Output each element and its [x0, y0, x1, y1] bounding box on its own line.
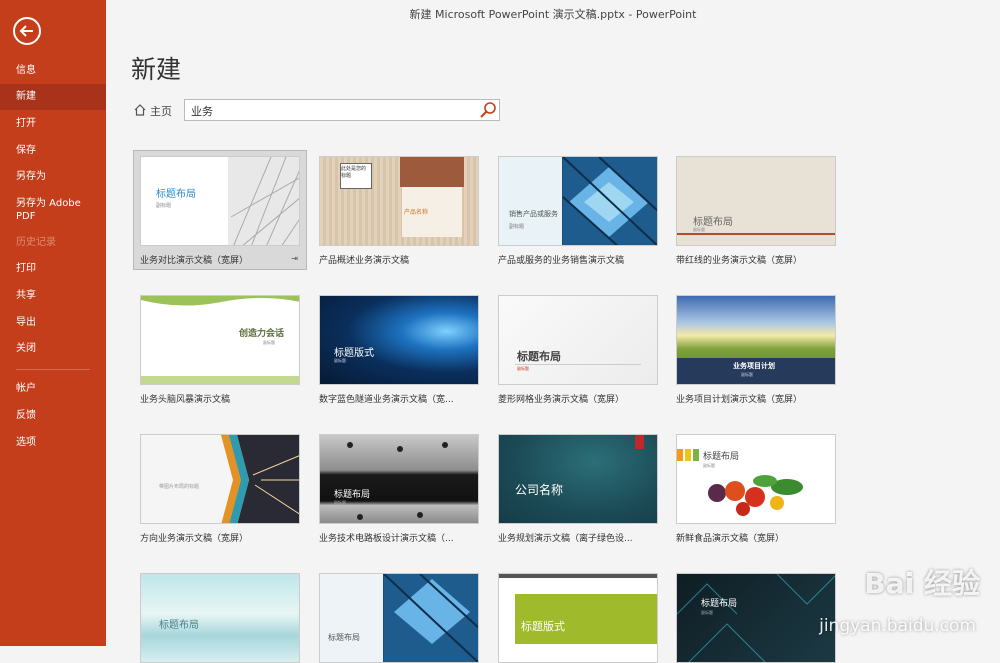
template-thumbnail: 标题布局 副标题 — [676, 434, 836, 524]
thumb-title: 产品名称 — [404, 209, 429, 216]
template-label: 业务对比演示文稿（宽屏） — [140, 256, 249, 266]
thumb-title: 标题布局 — [328, 633, 360, 642]
template-search-box — [184, 99, 500, 121]
template-thumbnail: 标题布局 副标题 — [676, 156, 836, 246]
template-label: 产品或服务的业务销售演示文稿 — [498, 256, 625, 266]
thumb-title: 标题布局 — [701, 599, 738, 609]
nav-history: 历史记录 — [16, 237, 56, 248]
template-thumbnail: 业务项目计划 副标题 — [676, 295, 836, 385]
nav-save-as[interactable]: 另存为 — [0, 170, 106, 183]
thumb-subtitle: 副标题 — [703, 463, 715, 468]
thumb-subtitle: 副标题 — [509, 224, 525, 230]
nav-account[interactable]: 帐户 — [0, 382, 106, 395]
page-title: 新建 — [131, 55, 182, 84]
template-label: 新鲜食品演示文稿（宽屏） — [676, 534, 785, 544]
template-label: 业务头脑风暴演示文稿 — [140, 395, 231, 405]
nav-save[interactable]: 保存 — [0, 144, 106, 157]
back-arrow-icon — [19, 25, 33, 37]
window-title: 新建 Microsoft PowerPoint 演示文稿.pptx - Powe… — [409, 8, 697, 21]
nav-options[interactable]: 选项 — [0, 436, 106, 449]
template-thumbnail: 标题版式 — [498, 573, 658, 663]
thumb-subtitle: 副标题 — [156, 203, 172, 209]
nav-save-as-pdf[interactable]: 另存为 Adobe PDF — [0, 197, 90, 223]
template-thumbnail: 销售产品或服务 副标题 — [498, 156, 658, 246]
template-thumbnail: 创造力会话 副标题 — [140, 295, 300, 385]
template-thumbnail: 带图片布局的标题 — [140, 434, 300, 524]
home-icon — [134, 104, 146, 116]
thumb-title: 标题布局 — [156, 189, 196, 200]
thumb-title: 公司名称 — [515, 483, 564, 497]
template-label: 产品概述业务演示文稿 — [319, 256, 410, 266]
thumb-title: 标题布局 — [693, 217, 733, 228]
template-thumbnail: 标题布局 副标题 — [140, 156, 300, 246]
thumb-title: 标题版式 — [521, 620, 565, 633]
thumb-title: 标题版式 — [334, 348, 374, 359]
template-thumbnail: 标题布局 副标题 — [498, 295, 658, 385]
thumb-subtitle: 副标题 — [334, 358, 346, 363]
thumb-title: 创造力会话 — [239, 329, 285, 339]
template-label: 业务项目计划演示文稿（宽屏） — [676, 395, 803, 405]
search-icon[interactable] — [479, 101, 497, 119]
nav-export[interactable]: 导出 — [0, 316, 106, 329]
nav-new[interactable]: 新建 — [0, 84, 106, 110]
nav-close[interactable]: 关闭 — [0, 342, 106, 355]
thumb-subtitle: 副标题 — [741, 372, 753, 377]
template-thumbnail: 公司名称 — [498, 434, 658, 524]
baidu-watermark: Bai 经验 — [864, 567, 980, 600]
thumb-subtitle: 副标题 — [334, 500, 346, 505]
template-thumbnail: 标题布局 — [140, 573, 300, 663]
thumb-subtitle: 此处是您的标题 — [341, 166, 367, 179]
thumb-title: 销售产品或服务 — [509, 210, 558, 218]
sidebar-divider — [16, 369, 90, 370]
home-label: 主页 — [150, 105, 172, 118]
nav-open[interactable]: 打开 — [0, 117, 106, 130]
thumb-title: 标题布局 — [517, 350, 561, 363]
template-thumbnail: 标题布局 副标题 — [676, 573, 836, 663]
home-breadcrumb[interactable]: 主页 — [134, 103, 172, 119]
thumb-title: 标题布局 — [703, 452, 740, 462]
nav-info[interactable]: 信息 — [0, 64, 106, 77]
baidu-watermark-url: jingyan.baidu.com — [819, 616, 976, 636]
template-label: 带红线的业务演示文稿（宽屏） — [676, 256, 803, 266]
template-thumbnail: 标题布局 副标题 — [319, 434, 479, 524]
template-label: 菱形网格业务演示文稿（宽屏） — [498, 395, 625, 405]
backstage-sidebar: 信息 新建 打开 保存 另存为 另存为 Adobe PDF 历史记录 打印 共享… — [0, 0, 106, 646]
template-thumbnail: 此处是您的标题 产品名称 — [319, 156, 479, 246]
template-thumbnail: 标题版式 副标题 — [319, 295, 479, 385]
thumb-subtitle: 副标题 — [701, 610, 713, 615]
thumb-subtitle: 副标题 — [517, 366, 529, 371]
nav-print[interactable]: 打印 — [0, 262, 106, 275]
template-label: 业务技术电路板设计演示文稿（... — [319, 534, 454, 544]
thumb-subtitle: 副标题 — [263, 340, 275, 345]
thumb-subtitle: 副标题 — [693, 227, 705, 232]
thumb-title: 带图片布局的标题 — [159, 484, 200, 490]
nav-feedback[interactable]: 反馈 — [0, 409, 106, 422]
template-thumbnail: 标题布局 — [319, 573, 479, 663]
thumb-title: 标题布局 — [159, 620, 199, 631]
template-label: 方向业务演示文稿（宽屏） — [140, 534, 249, 544]
search-input[interactable] — [189, 103, 473, 118]
back-button[interactable] — [13, 17, 41, 45]
thumb-title: 标题布局 — [334, 490, 371, 500]
thumb-title: 业务项目计划 — [733, 362, 775, 370]
nav-share[interactable]: 共享 — [0, 289, 106, 302]
template-label: 业务规划演示文稿（离子绿色设... — [498, 534, 633, 544]
template-label: 数字蓝色隧道业务演示文稿（宽... — [319, 395, 454, 405]
